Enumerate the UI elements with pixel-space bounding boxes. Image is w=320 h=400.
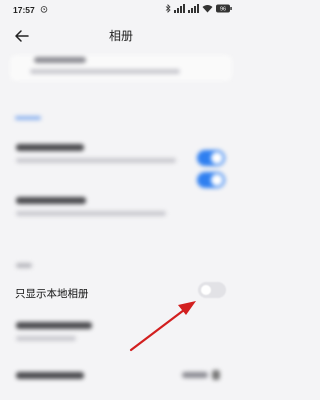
status-bar: 17:57 96 — [0, 0, 242, 20]
local-only-label: 只显示本地相册 — [15, 288, 89, 300]
blurred-text — [34, 57, 86, 63]
bluetooth-icon — [165, 4, 171, 13]
wifi-icon — [202, 5, 213, 13]
blurred-text — [16, 144, 84, 151]
blurred-toggle-on[interactable] — [197, 172, 225, 188]
blurred-text — [16, 158, 176, 163]
blurred-text — [182, 372, 208, 378]
battery-icon: 96 — [216, 4, 232, 13]
blurred-toggle-on[interactable] — [197, 150, 225, 166]
blurred-text — [16, 211, 166, 216]
status-icons: 96 — [165, 4, 232, 13]
blurred-text — [30, 69, 180, 74]
signal-icon-2 — [188, 4, 199, 13]
blurred-text — [16, 322, 92, 329]
blurred-chevron — [212, 370, 220, 380]
blurred-section-header — [15, 116, 41, 120]
blurred-text — [16, 197, 86, 204]
signal-icon — [174, 4, 185, 13]
status-time: 17:57 — [13, 5, 35, 15]
local-only-toggle[interactable] — [198, 282, 226, 298]
battery-level: 96 — [220, 7, 226, 13]
page-title: 相册 — [108, 29, 133, 43]
blurred-text — [16, 336, 76, 341]
blurred-text — [16, 372, 84, 379]
header: 相册 — [0, 20, 242, 52]
blurred-section-header — [16, 263, 32, 268]
alarm-clock-icon — [40, 6, 48, 13]
